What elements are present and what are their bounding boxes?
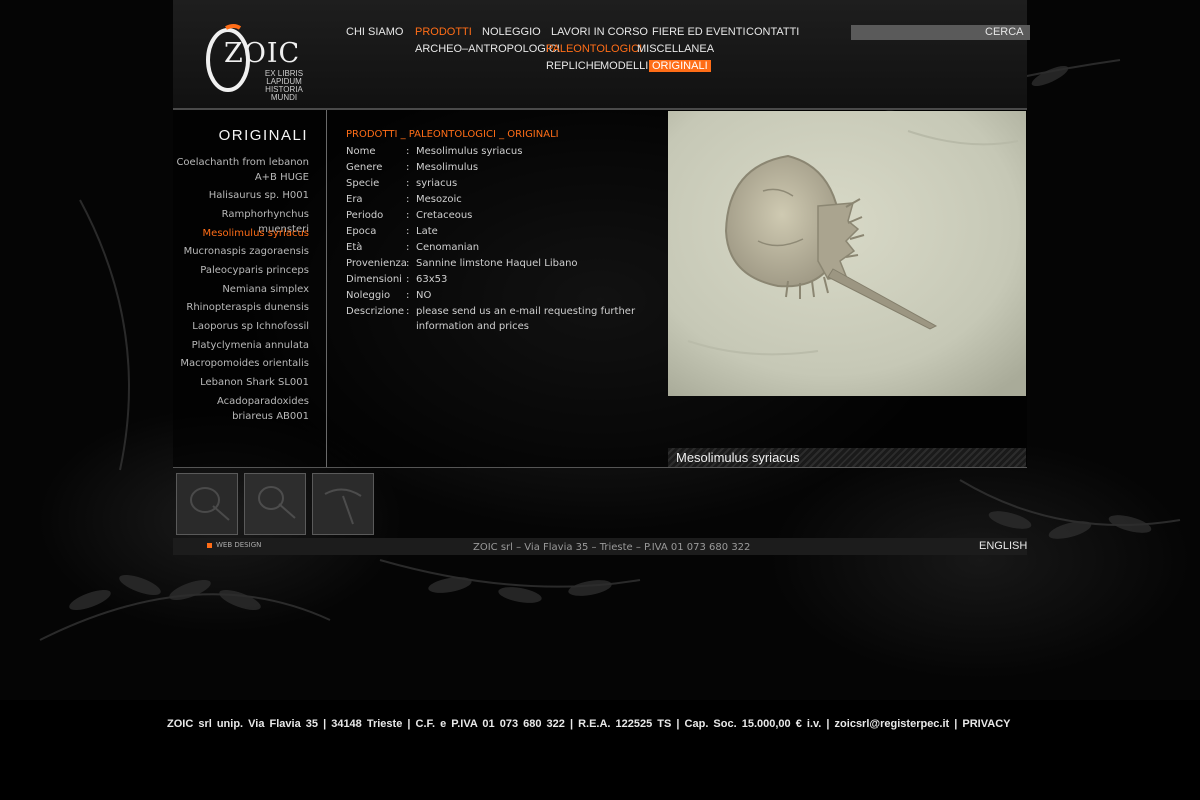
logo-motto: EX LIBRIS LAPIDUM HISTORIA MUNDI <box>264 69 304 102</box>
spec-label-dimensioni: Dimensioni <box>346 274 402 285</box>
spec-value-nome: Mesolimulus syriacus <box>416 146 523 157</box>
language-switch-english[interactable]: ENGLISH <box>979 540 1027 552</box>
sidebar-item-lebanon-shark[interactable]: Lebanon Shark SL001 <box>176 375 309 390</box>
spec-value-provenienza: Sannine limstone Haquel Libano <box>416 258 578 269</box>
spec-label-nome: Nome <box>346 146 376 157</box>
nav-lavori-in-corso[interactable]: LAVORI IN CORSO <box>551 26 648 38</box>
sidebar-item-halisaurus[interactable]: Halisaurus sp. H001 <box>176 188 309 203</box>
spec-value-noleggio: NO <box>416 290 432 301</box>
spec-separator: : <box>406 194 410 205</box>
thumbnail-fossil-image <box>313 474 373 534</box>
photo-caption: Mesolimulus syriacus <box>676 450 800 465</box>
subnav-paleontologici[interactable]: PALEONTOLOGICI <box>546 43 642 55</box>
spec-separator: : <box>406 242 410 253</box>
company-info: ZOIC srl – Via Flavia 35 – Trieste – P.I… <box>473 542 751 553</box>
spec-label-provenienza: Provenienza <box>346 258 407 269</box>
fossil-image <box>668 111 1026 396</box>
subsubnav-originali[interactable]: ORIGINALI <box>649 60 711 72</box>
thumbnail-fossil-image <box>245 474 305 534</box>
sidebar-item-rhinopteraspis[interactable]: Rhinopteraspis dunensis <box>176 300 309 315</box>
spec-value-epoca: Late <box>416 226 438 237</box>
spec-value-periodo: Cretaceous <box>416 210 473 221</box>
sidebar-item-mucronaspis[interactable]: Mucronaspis zagoraensis <box>176 244 309 259</box>
sidebar-item-mesolimulus[interactable]: Mesolimulus syriacus <box>176 226 309 241</box>
spec-separator: : <box>406 290 410 301</box>
spec-label-era: Era <box>346 194 363 205</box>
sidebar-item-laoporus[interactable]: Laoporus sp Ichnofossil <box>176 319 309 334</box>
spec-separator: : <box>406 226 410 237</box>
sidebar-item-platyclymenia[interactable]: Platyclymenia annulata <box>176 338 309 353</box>
spec-separator: : <box>406 146 410 157</box>
spec-label-eta: Età <box>346 242 363 253</box>
web-design-link[interactable]: WEB DESIGN <box>216 541 261 549</box>
thumbnail-3[interactable] <box>312 473 374 535</box>
thumbnail-1[interactable] <box>176 473 238 535</box>
spec-label-noleggio: Noleggio <box>346 290 391 301</box>
thumbnail-fossil-image <box>177 474 237 534</box>
spec-separator: : <box>406 306 410 317</box>
spec-label-genere: Genere <box>346 162 383 173</box>
sidebar-item-macropomoides[interactable]: Macropomoides orientalis <box>176 356 309 371</box>
spec-separator: : <box>406 258 410 269</box>
fossil-photo[interactable] <box>668 111 1026 396</box>
sidebar-item-paleocyparis[interactable]: Paleocyparis princeps <box>176 263 309 278</box>
spec-separator: : <box>406 162 410 173</box>
spec-label-epoca: Epoca <box>346 226 377 237</box>
subsubnav-repliche[interactable]: REPLICHE <box>546 60 601 72</box>
subsubnav-modelli[interactable]: MODELLI <box>600 60 648 72</box>
spec-value-specie: syriacus <box>416 178 458 189</box>
spec-value-eta: Cenomanian <box>416 242 480 253</box>
subnav-archeo-antropologici[interactable]: ARCHEO–ANTROPOLOGICI <box>415 43 560 55</box>
nav-noleggio[interactable]: NOLEGGIO <box>482 26 541 38</box>
content-divider <box>173 467 1027 468</box>
bullet-icon <box>207 543 212 548</box>
spec-value-genere: Mesolimulus <box>416 162 479 173</box>
thumbnail-2[interactable] <box>244 473 306 535</box>
logo[interactable]: ZOIC EX LIBRIS LAPIDUM HISTORIA MUNDI <box>204 22 314 102</box>
sidebar-title: ORIGINALI <box>218 127 308 144</box>
sidebar-item-nemiana[interactable]: Nemiana simplex <box>176 282 309 297</box>
search-button[interactable]: CERCA <box>985 26 1024 38</box>
logo-wordmark: ZOIC <box>224 38 301 69</box>
sidebar-item-acadoparadoxides[interactable]: Acadoparadoxides briareus AB001 <box>176 394 309 424</box>
sidebar-divider <box>326 110 327 468</box>
subnav-miscellanea[interactable]: MISCELLANEA <box>637 43 714 55</box>
sidebar-item-coelachanth[interactable]: Coelachanth from lebanon A+B HUGE <box>176 155 309 185</box>
spec-value-descrizione: please send us an e-mail requesting furt… <box>416 306 636 332</box>
spec-separator: : <box>406 274 410 285</box>
nav-chi-siamo[interactable]: CHI SIAMO <box>346 26 403 38</box>
spec-value-era: Mesozoic <box>416 194 462 205</box>
spec-separator: : <box>406 178 410 189</box>
spec-separator: : <box>406 210 410 221</box>
privacy-link[interactable]: PRIVACY <box>962 718 1010 730</box>
legal-text: ZOIC srl unip. Via Flavia 35 | 34148 Tri… <box>167 718 958 730</box>
spec-value-dimensioni: 63x53 <box>416 274 448 285</box>
spec-label-descrizione: Descrizione <box>346 306 405 317</box>
nav-fiere-ed-eventi[interactable]: FIERE ED EVENTI <box>652 26 746 38</box>
breadcrumb: PRODOTTI _ PALEONTOLOGICI _ ORIGINALI <box>346 129 559 140</box>
legal-footer: ZOIC srl unip. Via Flavia 35 | 34148 Tri… <box>167 718 1011 730</box>
nav-prodotti[interactable]: PRODOTTI <box>415 26 472 38</box>
spec-label-periodo: Periodo <box>346 210 384 221</box>
spec-label-specie: Specie <box>346 178 380 189</box>
nav-contatti[interactable]: CONTATTI <box>746 26 799 38</box>
